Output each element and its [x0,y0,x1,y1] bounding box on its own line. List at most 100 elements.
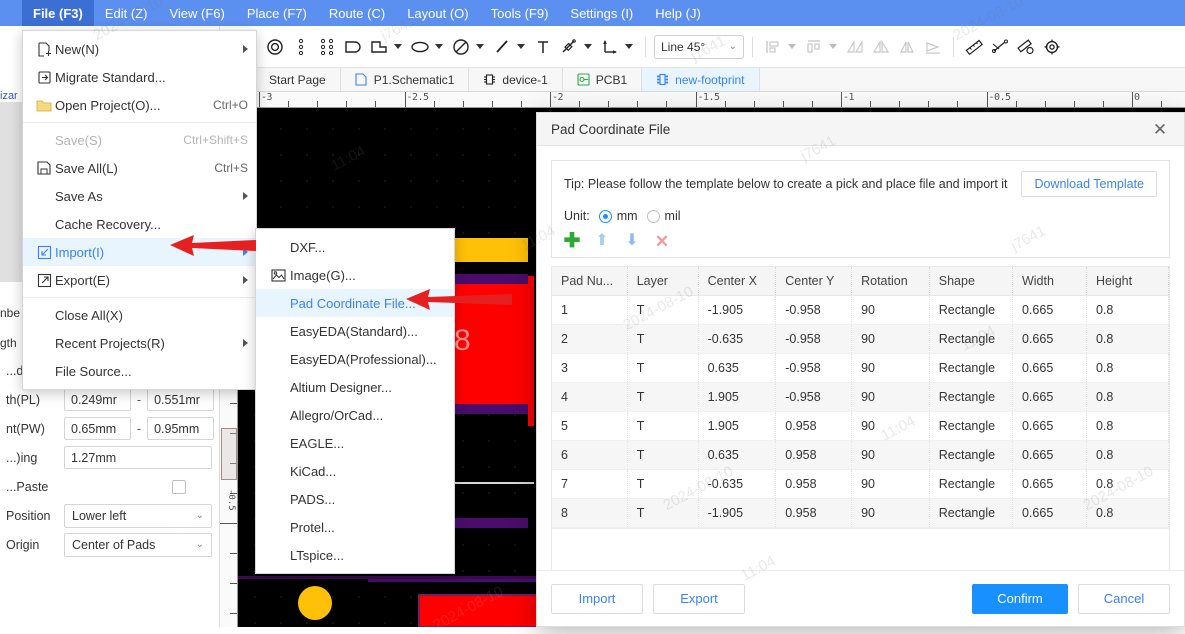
pad-row-icon[interactable] [289,35,313,59]
table-cell[interactable]: 90 [851,440,930,470]
table-row[interactable]: 6 T 0.635 0.958 90 Rectangle 0.665 0.8 [552,440,1169,470]
line-mode-select[interactable]: Line 45° ⌄ [654,34,744,59]
file-menu-item-save-as[interactable]: Save As [23,182,256,210]
menu-item-help[interactable]: Help (J) [644,0,712,26]
table-cell[interactable]: 0.958 [775,411,853,441]
table-cell[interactable]: -0.635 [698,469,777,499]
table-cell[interactable]: -0.635 [698,324,777,354]
file-menu-item-migrate-standard[interactable]: Migrate Standard... [23,63,256,91]
menu-item-tools[interactable]: Tools (F9) [480,0,560,26]
inspect-icon[interactable] [1014,35,1038,59]
cancel-button[interactable]: Cancel [1078,583,1170,614]
table-cell[interactable]: 0.665 [1012,295,1087,325]
table-row[interactable]: 2 T -0.635 -0.958 90 Rectangle 0.665 0.8 [552,324,1169,354]
table-cell[interactable]: 0.8 [1086,295,1169,325]
table-cell[interactable]: 1.905 [698,382,777,412]
table-cell[interactable]: 0.635 [698,353,777,383]
align-left-icon[interactable] [761,35,785,59]
table-cell[interactable]: 90 [851,469,930,499]
panel-input-max[interactable]: 0.551mr [147,388,214,411]
ruler-icon[interactable] [962,35,986,59]
add-row-icon[interactable]: ✚ [564,231,581,251]
table-cell[interactable]: T [627,353,699,383]
download-template-button[interactable]: Download Template [1021,171,1157,197]
position-select[interactable]: Lower left ⌄ [64,503,212,528]
import-button[interactable]: Import [551,583,643,614]
import-menu-item-ltspice[interactable]: LTspice... [256,541,454,569]
table-column-header[interactable]: Pad Nu... [552,267,628,296]
table-cell[interactable]: -0.958 [775,324,853,354]
flip-a-icon[interactable] [843,35,867,59]
no-copper-dropdown-caret-icon[interactable] [476,44,484,49]
menu-item-layout[interactable]: Layout (O) [396,0,479,26]
confirm-button[interactable]: Confirm [972,583,1068,614]
table-row[interactable]: 1 T -1.905 -0.958 90 Rectangle 0.665 0.8 [552,295,1169,325]
table-cell[interactable]: 8 [552,498,628,528]
table-cell[interactable]: T [627,440,699,470]
tab-p1-schematic1[interactable]: P1.Schematic1 [341,68,470,91]
import-menu-item-altium-designer[interactable]: Altium Designer... [256,373,454,401]
horizontal-ruler[interactable]: -3-2.5-2-1.5-1-0.500.511.52 [255,92,1185,108]
table-cell[interactable]: 4 [552,382,628,412]
table-row[interactable]: 3 T 0.635 -0.958 90 Rectangle 0.665 0.8 [552,353,1169,383]
panel-input-max[interactable]: 0.95mm [147,417,214,440]
table-cell[interactable]: Rectangle [929,295,1013,325]
table-cell[interactable]: -1.905 [698,295,777,325]
delete-row-icon[interactable]: ✕ [654,233,670,250]
table-cell[interactable]: 0.8 [1086,353,1169,383]
file-menu-item-open-project-o[interactable]: Open Project(O)... Ctrl+O [23,91,256,119]
table-cell[interactable]: 3 [552,353,628,383]
table-cell[interactable]: 2 [552,324,628,354]
table-cell[interactable]: 0.958 [775,440,853,470]
table-cell[interactable]: 90 [851,324,930,354]
menu-item-place[interactable]: Place (F7) [236,0,318,26]
table-column-header[interactable]: Rotation [851,267,930,296]
import-menu-item-dxf[interactable]: DXF... [256,233,454,261]
table-cell[interactable]: T [627,382,699,412]
table-cell[interactable]: 0.8 [1086,411,1169,441]
table-cell[interactable]: T [627,324,699,354]
import-menu-item-allegro-orcad[interactable]: Allegro/OrCad... [256,401,454,429]
file-menu-item-file-source[interactable]: File Source... [23,357,256,385]
move-up-icon[interactable]: ⬆ [594,233,610,249]
table-cell[interactable]: 0.635 [698,440,777,470]
import-menu-item-kicad[interactable]: KiCad... [256,457,454,485]
solid-region-icon[interactable] [341,35,365,59]
text-icon[interactable] [531,35,555,59]
table-cell[interactable]: 90 [851,411,930,441]
table-cell[interactable]: T [627,411,699,441]
table-cell[interactable]: T [627,498,699,528]
no-copper-icon[interactable] [449,35,473,59]
table-cell[interactable]: 0.665 [1012,440,1087,470]
line-dropdown-caret-icon[interactable] [517,44,525,49]
table-cell[interactable]: 0.665 [1012,324,1087,354]
table-cell[interactable]: 5 [552,411,628,441]
table-cell[interactable]: T [627,469,699,499]
pad-round-yellow[interactable] [298,586,332,620]
table-cell[interactable]: 0.665 [1012,498,1087,528]
move-down-icon[interactable]: ⬇ [624,233,640,249]
measure-icon[interactable] [988,35,1012,59]
import-menu-item-easyeda-professional[interactable]: EasyEDA(Professional)... [256,345,454,373]
table-cell[interactable]: 0.8 [1086,440,1169,470]
table-column-header[interactable]: Layer [627,267,699,296]
tab-new-footprint[interactable]: new-footprint [642,68,760,91]
flip-b-icon[interactable] [869,35,893,59]
paste-checkbox[interactable] [172,479,186,494]
table-cell[interactable]: 0.958 [775,498,853,528]
via-icon[interactable] [263,35,287,59]
table-cell[interactable]: 90 [851,295,930,325]
panel-input-spacing[interactable]: 1.27mm [64,446,212,469]
table-cell[interactable]: 90 [851,498,930,528]
table-cell[interactable]: Rectangle [929,469,1013,499]
table-cell[interactable]: 90 [851,382,930,412]
table-row[interactable]: 7 T -0.635 0.958 90 Rectangle 0.665 0.8 [552,469,1169,499]
file-menu-item-close-all-x[interactable]: Close All(X) [23,301,256,329]
dimension-dropdown-caret-icon[interactable] [584,44,592,49]
menu-item-settings[interactable]: Settings (I) [559,0,644,26]
table-cell[interactable]: 0.8 [1086,382,1169,412]
file-menu-item-save-all-l[interactable]: Save All(L) Ctrl+S [23,154,256,182]
polygon-icon[interactable] [367,35,391,59]
export-button[interactable]: Export [653,583,745,614]
panel-input-min[interactable]: 0.65mm [64,417,131,440]
